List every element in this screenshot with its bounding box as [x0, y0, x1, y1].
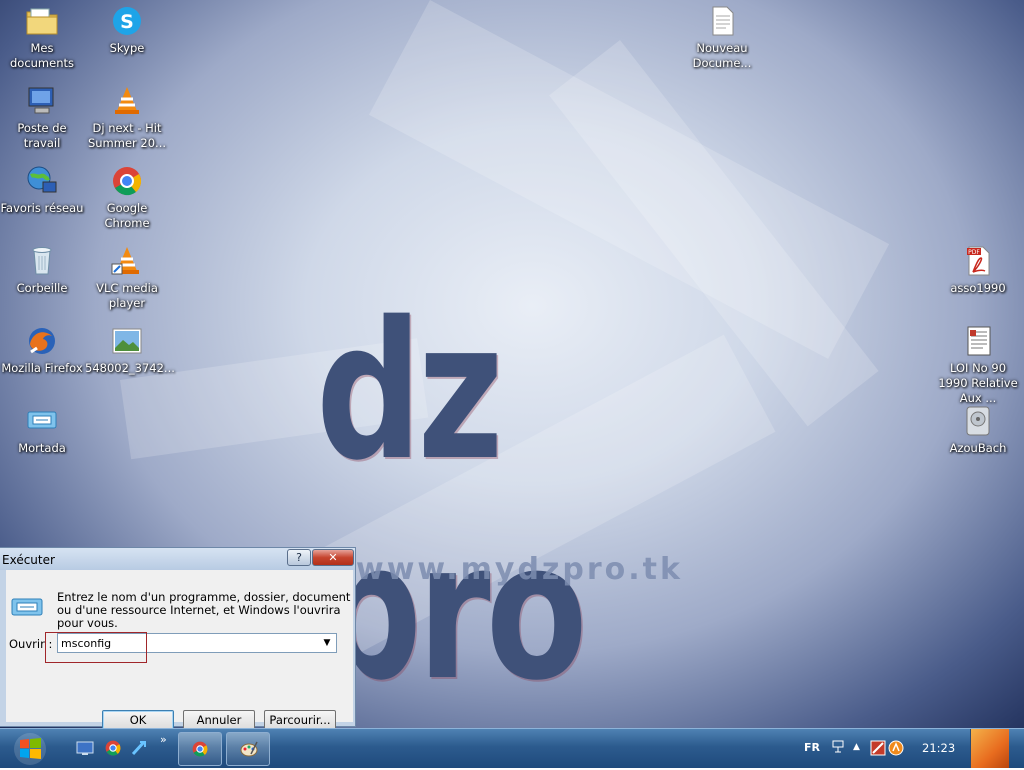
- desktop-icon-label: 548002_3742...: [85, 361, 175, 375]
- desktop-icon-mozilla-firefox[interactable]: Mozilla Firefox: [0, 324, 84, 376]
- svg-text:PDF: PDF: [968, 249, 980, 256]
- browse-button[interactable]: Parcourir...: [264, 710, 336, 730]
- chrome-icon[interactable]: [104, 739, 122, 757]
- run-dialog-description: Entrez le nom d'un programme, dossier, d…: [57, 590, 351, 630]
- computer-icon: [25, 84, 59, 118]
- chevron-down-icon[interactable]: ▼: [320, 636, 334, 650]
- vlc-media-icon: [110, 84, 144, 118]
- desktop-icon-label: Mes documents: [9, 41, 74, 70]
- language-indicator[interactable]: FR: [804, 741, 820, 754]
- folder-documents-icon: [25, 4, 59, 38]
- desktop-icon-label: Mortada: [18, 441, 66, 455]
- desktop-icon-azoubach[interactable]: AzouBach: [936, 404, 1020, 456]
- help-button[interactable]: ?: [287, 549, 311, 566]
- desktop-icon-label: AzouBach: [949, 441, 1007, 455]
- show-desktop-icon[interactable]: [76, 739, 94, 757]
- desktop-icon-poste-de-travail[interactable]: Poste de travail: [0, 84, 84, 151]
- desktop-icon-loi-no-90[interactable]: LOI No 90 1990 Relative Aux ...: [936, 324, 1020, 406]
- desktop-icon-label: Poste de travail: [17, 121, 67, 150]
- disk-image-icon: [961, 404, 995, 438]
- text-document-icon: [705, 4, 739, 38]
- cancel-button[interactable]: Annuler: [183, 710, 255, 730]
- desktop-icon-label: VLC media player: [96, 281, 158, 310]
- close-button[interactable]: ✕: [312, 549, 354, 566]
- tray-expand-icon[interactable]: ▲: [853, 742, 860, 752]
- pdf-icon: PDF: [961, 244, 995, 278]
- desktop-icon-vlc-media-player[interactable]: VLC media player: [85, 244, 169, 311]
- ok-button[interactable]: OK: [102, 710, 174, 730]
- word-document-icon: [961, 324, 995, 358]
- keyboard-layout-icon[interactable]: [832, 739, 844, 755]
- desktop-icon-mes-documents[interactable]: Mes documents: [0, 4, 84, 71]
- desktop-icon-asso1990[interactable]: PDF asso1990: [936, 244, 1020, 296]
- desktop-icon-nouveau-document[interactable]: Nouveau Docume...: [680, 4, 764, 71]
- run-dialog[interactable]: Exécuter ? ✕ Entrez le nom d'un programm…: [0, 547, 356, 730]
- desktop-icon-mortada[interactable]: Mortada: [0, 404, 84, 456]
- chrome-icon: [110, 164, 144, 198]
- wallpaper-logo-text: dz pro: [316, 281, 588, 722]
- system-clock[interactable]: 21:23: [922, 741, 955, 755]
- image-file-icon: [110, 324, 144, 358]
- desktop-icon-label: Mozilla Firefox: [1, 361, 83, 375]
- tray-app-icon[interactable]: [870, 740, 886, 756]
- chrome-icon: [192, 741, 208, 757]
- taskbar-button-paint[interactable]: [226, 732, 270, 766]
- desktop-icon-image-file[interactable]: 548002_3742...: [85, 324, 175, 376]
- desktop-icon-label: asso1990: [950, 281, 1006, 295]
- start-button[interactable]: [8, 731, 52, 767]
- desktop-icon-dj-next[interactable]: Dj next - Hit Summer 20...: [85, 84, 169, 151]
- run-dialog-titlebar[interactable]: Exécuter ? ✕: [0, 548, 355, 570]
- firefox-icon: [25, 324, 59, 358]
- show-desktop-button[interactable]: [970, 729, 1009, 768]
- desktop-icon-label: LOI No 90 1990 Relative Aux ...: [938, 361, 1018, 405]
- desktop-icon-label: Nouveau Docume...: [692, 41, 752, 70]
- mortada-app-icon: [25, 404, 59, 438]
- network-icon: [25, 164, 59, 198]
- skype-icon: S: [110, 4, 144, 38]
- vlc-icon: [110, 244, 144, 278]
- quick-launch-more[interactable]: »: [160, 733, 167, 746]
- skype-icon[interactable]: [130, 739, 148, 757]
- taskbar: » FR ▲ 21:23: [0, 728, 1024, 768]
- run-icon: [11, 596, 43, 618]
- desktop-icon-favoris-reseau[interactable]: Favoris réseau: [0, 164, 84, 216]
- run-dialog-title: Exécuter: [2, 553, 55, 567]
- desktop-icon-skype[interactable]: S Skype: [85, 4, 169, 56]
- recycle-bin-icon: [25, 244, 59, 278]
- wallpaper-url-text: www.mydzpro.tk: [356, 552, 683, 587]
- taskbar-button-chrome[interactable]: [178, 732, 222, 766]
- avast-icon[interactable]: [888, 740, 904, 756]
- desktop-icon-corbeille[interactable]: Corbeille: [0, 244, 84, 296]
- desktop-icon-label: Favoris réseau: [0, 201, 84, 215]
- desktop-icon-google-chrome[interactable]: Google Chrome: [85, 164, 169, 231]
- focus-highlight: [45, 632, 147, 663]
- desktop-icon-label: Corbeille: [16, 281, 68, 295]
- paint-icon: [240, 741, 258, 757]
- desktop-icon-label: Skype: [109, 41, 145, 55]
- desktop-icon-label: Dj next - Hit Summer 20...: [87, 121, 167, 150]
- desktop-icon-label: Google Chrome: [104, 201, 150, 230]
- svg-text:S: S: [120, 11, 134, 33]
